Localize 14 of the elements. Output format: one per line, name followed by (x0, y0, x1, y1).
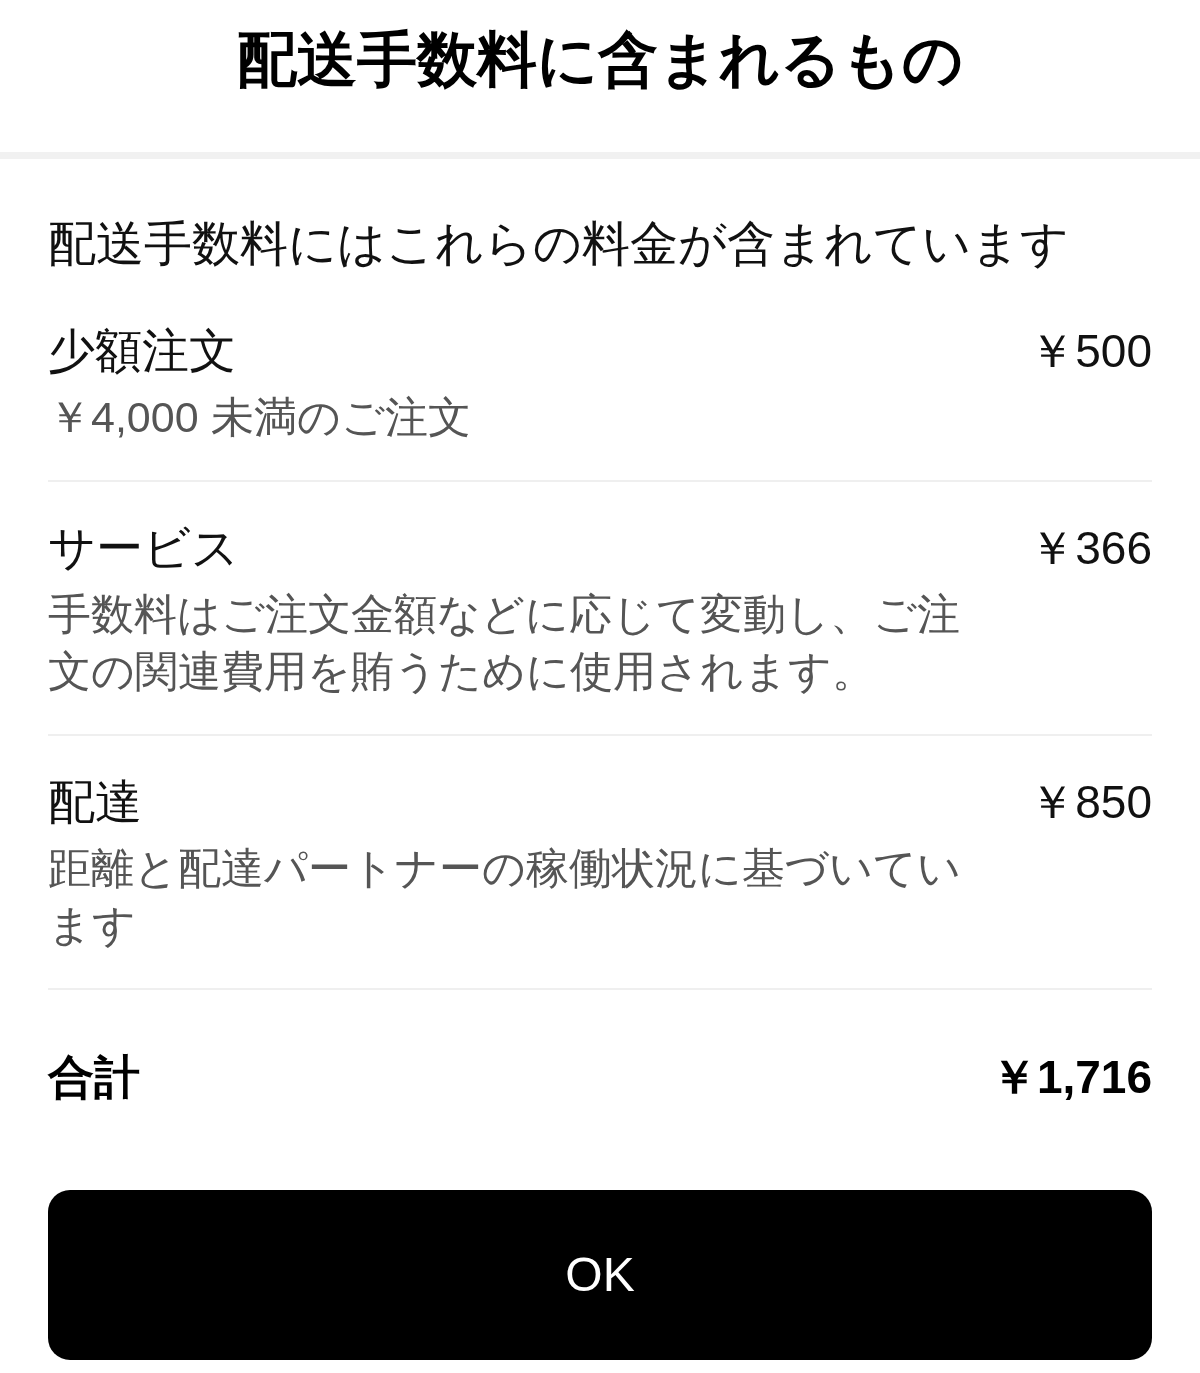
fee-price: ￥366 (1029, 521, 1152, 576)
total-amount: ￥1,716 (990, 1050, 1152, 1105)
fee-name: サービス (48, 520, 239, 576)
fee-name: 少額注文 (48, 323, 236, 379)
total-label: 合計 (48, 1050, 140, 1105)
fee-description: 手数料はご注文金額などに応じて変動し、ご注文の関連費用を賄うために使用されます。 (48, 589, 961, 697)
fee-description: 距離と配達パートナーの稼働状況に基づいています (48, 843, 962, 951)
ok-button[interactable]: OK (48, 1190, 1152, 1360)
fee-description: ￥4,000 未満のご注文 (48, 392, 471, 443)
fee-name: 配達 (48, 774, 142, 830)
fee-price: ￥500 (1029, 324, 1152, 379)
intro-text: 配送手数料にはこれらの料金が含まれています (48, 216, 1069, 272)
dialog-title: 配送手数料に含まれるもの (237, 25, 963, 95)
fee-price: ￥850 (1029, 775, 1152, 830)
